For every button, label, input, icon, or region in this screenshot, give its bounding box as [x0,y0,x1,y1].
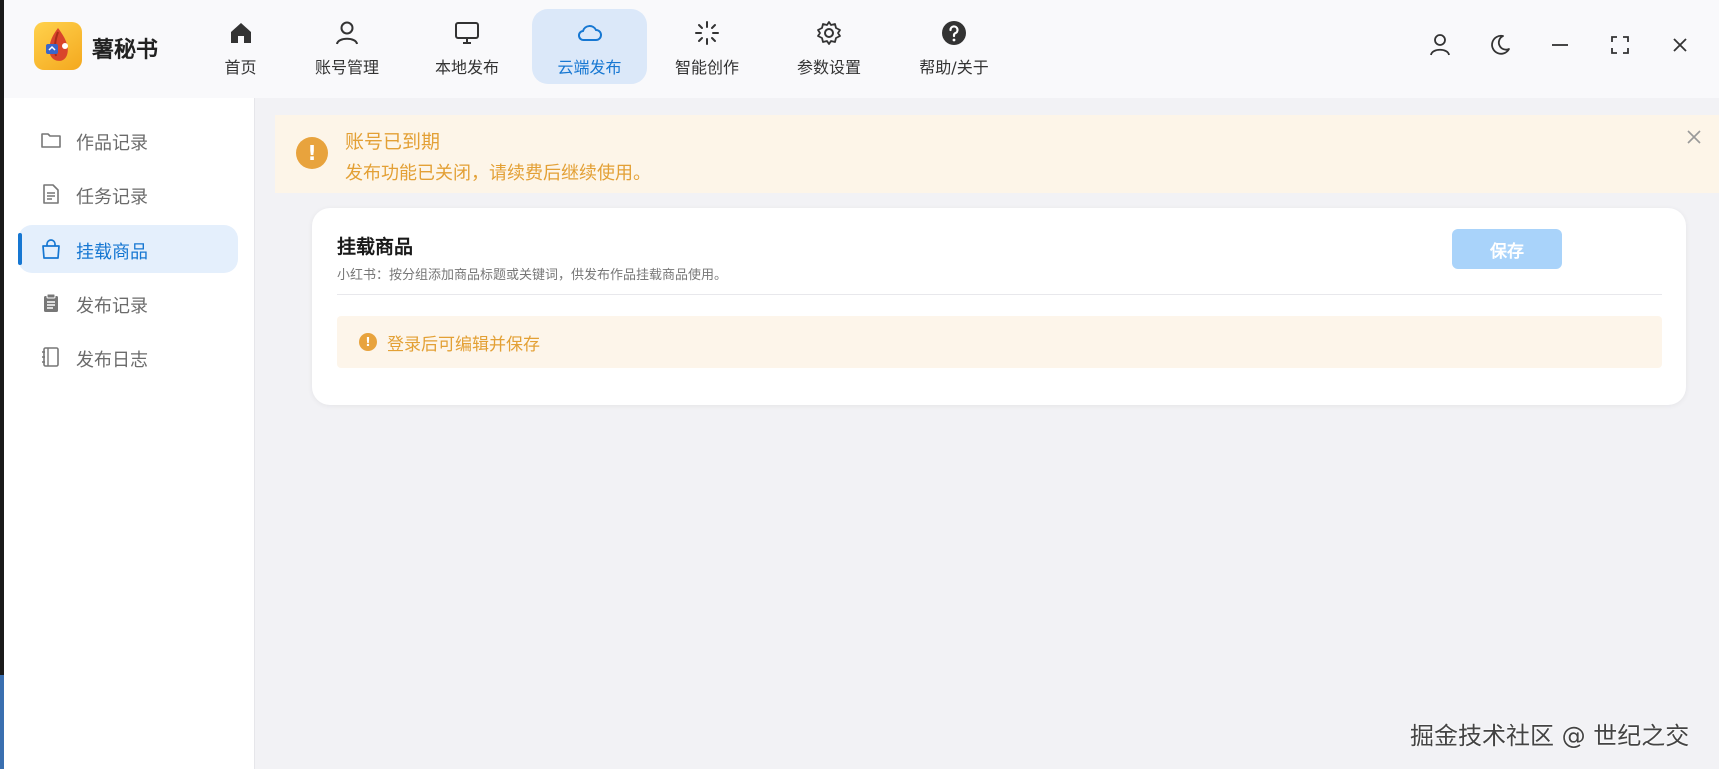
user-icon [336,21,358,45]
sidebar-item-label: 发布日志 [76,350,148,371]
nav-label: 本地发布 [434,58,499,77]
banner-title: 账号已到期 [345,131,441,153]
fullscreen-icon [1611,36,1629,54]
sidebar-item-label: 挂载商品 [76,242,148,263]
close-icon[interactable] [1685,128,1703,146]
cloud-icon [577,25,602,41]
sidebar-item-task-records[interactable]: 任务记录 [18,170,238,218]
warning-icon: ! [359,333,377,351]
app-name: 薯秘书 [92,38,159,63]
login-notice: ! 登录后可编辑并保存 [337,316,1662,368]
sidebar-item-publish-log[interactable]: 发布日志 [18,333,238,381]
nav-label: 参数设置 [796,58,861,77]
sidebar-item-label: 任务记录 [76,187,148,208]
close-icon [1673,38,1687,52]
nav-account-management[interactable]: 账号管理 [292,9,402,84]
sidebar-item-publish-records[interactable]: 发布记录 [18,279,238,327]
banner-message: 发布功能已关闭，请续费后继续使用。 [345,163,651,184]
notebook-icon [42,347,59,367]
sidebar-item-label: 发布记录 [76,296,148,317]
sidebar-item-work-records[interactable]: 作品记录 [18,116,238,164]
user-profile-button[interactable] [1425,30,1455,60]
fullscreen-button[interactable] [1605,30,1635,60]
shopping-bag-icon [42,239,60,259]
save-button[interactable]: 保存 [1452,229,1562,269]
nav-settings[interactable]: 参数设置 [774,9,884,84]
folder-icon [41,133,61,148]
nav-help-about[interactable]: 帮助/关于 [894,9,1014,84]
close-window-button[interactable] [1665,30,1695,60]
nav-home[interactable]: 首页 [202,9,279,84]
sidebar-item-mount-products[interactable]: 挂载商品 [18,225,238,273]
nav-smart-creation[interactable]: 智能创作 [657,9,757,84]
nav-label: 账号管理 [314,58,379,77]
nav-label: 首页 [224,58,257,77]
sparkle-icon [695,21,719,45]
user-icon [1430,34,1450,56]
nav-cloud-publish[interactable]: 云端发布 [532,9,647,84]
account-expired-banner: ! 账号已到期 发布功能已关闭，请续费后继续使用。 [275,115,1719,193]
dark-mode-toggle[interactable] [1485,30,1515,60]
sidebar-item-label: 作品记录 [76,133,148,154]
nav-local-publish[interactable]: 本地发布 [412,9,522,84]
monitor-icon [455,22,479,44]
card-subtitle: 小红书：按分组添加商品标题或关键词，供发布作品挂载商品使用。 [337,268,728,283]
minimize-button[interactable] [1545,30,1575,60]
clipboard-icon [44,293,58,312]
minimize-icon [1552,44,1568,46]
nav-label: 云端发布 [557,58,622,77]
nav-label: 帮助/关于 [919,58,989,77]
app-logo [34,22,82,70]
notice-text: 登录后可编辑并保存 [387,335,540,355]
home-icon [230,23,251,43]
mount-products-card: 挂载商品 小红书：按分组添加商品标题或关键词，供发布作品挂载商品使用。 保存 !… [312,208,1686,405]
divider [337,294,1662,295]
moon-icon [1491,34,1510,55]
help-icon [942,21,966,45]
sidebar: 作品记录 任务记录 挂载商品 发布记录 发布日志 [4,98,255,769]
warning-icon: ! [296,137,328,169]
document-icon [43,184,59,204]
watermark: 掘金技术社区 @ 世纪之交 [1410,722,1690,750]
gear-icon [817,21,841,45]
top-header: 薯秘书 首页 账号管理 本地发布 云端发布 智能创作 参数设置 帮助/关于 [4,0,1719,98]
nav-label: 智能创作 [674,58,739,77]
card-title: 挂载商品 [337,236,414,258]
